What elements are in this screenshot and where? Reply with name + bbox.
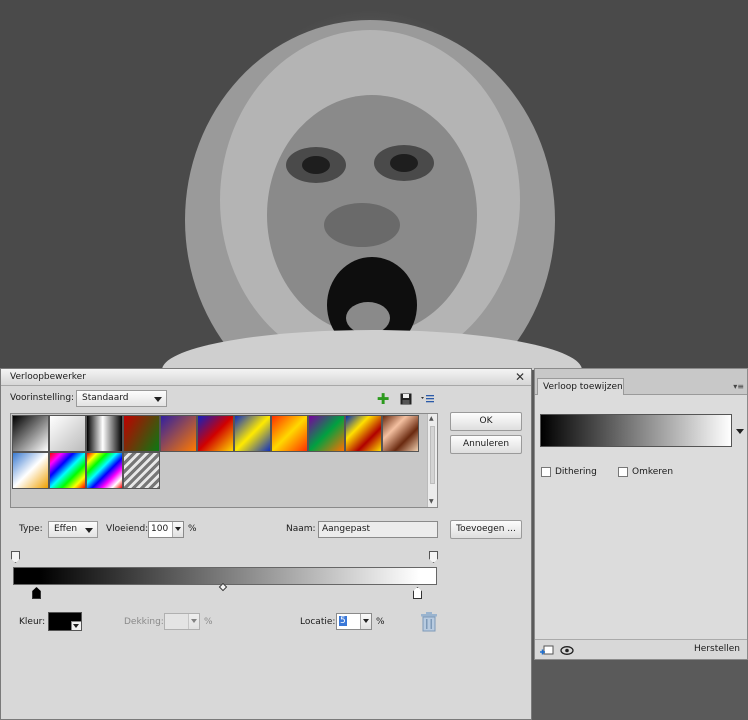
location-value: 5	[339, 616, 347, 626]
panel-menu-icon[interactable]: ▾≡	[733, 383, 744, 391]
type-dropdown-value: Effen	[54, 524, 78, 534]
opacity-input	[164, 613, 200, 630]
preset-swatch[interactable]	[160, 415, 197, 452]
preset-swatch[interactable]	[86, 452, 123, 489]
name-label: Naam:	[286, 524, 316, 534]
preset-swatch[interactable]	[197, 415, 234, 452]
preset-swatch[interactable]	[49, 415, 86, 452]
reverse-checkbox[interactable]	[618, 467, 628, 477]
preset-swatch-grid: ▲ ▼	[10, 413, 438, 508]
preset-scrollbar[interactable]: ▲ ▼	[427, 414, 437, 507]
ok-button[interactable]: OK	[450, 412, 522, 431]
panel-footer: Herstellen	[535, 639, 747, 659]
scroll-up-icon[interactable]: ▲	[429, 416, 434, 422]
scroll-thumb[interactable]	[430, 426, 435, 484]
smoothness-input[interactable]: 100	[148, 521, 184, 538]
close-icon[interactable]: ✕	[515, 371, 525, 383]
chevron-down-icon	[154, 397, 162, 402]
add-layer-icon[interactable]	[540, 645, 554, 656]
location-label: Locatie:	[300, 617, 336, 627]
dialog-title: Verloopbewerker	[10, 372, 86, 382]
chevron-down-icon	[85, 528, 93, 533]
reset-button[interactable]: Herstellen	[694, 644, 740, 654]
reverse-label: Omkeren	[632, 467, 674, 477]
dropdown-arrow-icon[interactable]	[736, 429, 744, 434]
gradient-preview-bar[interactable]	[13, 567, 437, 585]
save-icon[interactable]	[400, 393, 412, 405]
name-field[interactable]: Aangepast	[318, 521, 438, 538]
add-icon[interactable]: ✚	[376, 392, 390, 407]
opacity-label: Dekking:	[124, 617, 164, 627]
visibility-icon[interactable]	[560, 645, 574, 656]
location-input[interactable]: 5	[336, 613, 372, 630]
preset-swatch[interactable]	[234, 415, 271, 452]
chevron-down-icon[interactable]	[172, 522, 183, 537]
preset-swatch[interactable]	[382, 415, 419, 452]
preset-swatch[interactable]	[308, 415, 345, 452]
gradient-editor-dialog: Verloopbewerker ✕ Voorinstelling: Standa…	[0, 368, 532, 720]
preset-swatch[interactable]	[86, 415, 123, 452]
preset-swatch[interactable]	[271, 415, 308, 452]
preset-swatch[interactable]	[49, 452, 86, 489]
photo-subject	[162, 20, 582, 370]
opacity-stop-right[interactable]	[429, 551, 438, 563]
gradient-apply-panel: Verloop toewijzen ▾≡ Dithering Omkeren H…	[534, 368, 748, 660]
scroll-down-icon[interactable]: ▼	[429, 499, 434, 505]
panel-tab-bar: Verloop toewijzen ▾≡	[535, 369, 747, 395]
dither-checkbox[interactable]	[541, 467, 551, 477]
tab-gradient-apply[interactable]: Verloop toewijzen	[537, 378, 624, 395]
color-stop-right[interactable]	[413, 587, 422, 599]
chevron-down-icon[interactable]	[360, 614, 371, 629]
preset-swatch[interactable]	[345, 415, 382, 452]
cancel-button[interactable]: Annuleren	[450, 435, 522, 454]
panel-tab-label: Verloop toewijzen	[543, 382, 623, 392]
dialog-titlebar[interactable]: Verloopbewerker ✕	[1, 369, 531, 386]
background-photo	[0, 0, 748, 370]
preset-swatch[interactable]	[123, 415, 160, 452]
preset-dropdown[interactable]: Standaard	[76, 390, 167, 407]
preset-swatch[interactable]	[12, 452, 49, 489]
smoothness-value: 100	[151, 524, 169, 534]
type-dropdown[interactable]: Effen	[48, 521, 98, 538]
smoothness-label: Vloeiend:	[106, 524, 149, 534]
panel-gradient-preview[interactable]	[540, 414, 732, 447]
location-unit: %	[376, 617, 385, 627]
chevron-down-icon[interactable]	[71, 621, 81, 630]
smoothness-unit: %	[188, 524, 197, 534]
opacity-unit: %	[204, 617, 213, 627]
workspace-background	[534, 660, 748, 720]
opacity-stop-left[interactable]	[11, 551, 20, 563]
preset-label: Voorinstelling:	[10, 393, 75, 403]
color-label: Kleur:	[19, 617, 46, 627]
add-button[interactable]: Toevoegen ...	[450, 520, 522, 539]
color-picker-swatch[interactable]	[48, 612, 82, 631]
list-menu-icon[interactable]	[421, 393, 435, 405]
dither-label: Dithering	[555, 467, 597, 477]
name-field-value: Aangepast	[322, 524, 371, 534]
preset-swatch[interactable]	[12, 415, 49, 452]
chevron-down-icon	[188, 614, 199, 629]
preset-swatch[interactable]	[123, 452, 160, 489]
color-stop-left[interactable]	[32, 587, 41, 599]
trash-icon[interactable]	[420, 612, 438, 632]
type-label: Type:	[19, 524, 43, 534]
preset-dropdown-value: Standaard	[82, 393, 129, 403]
